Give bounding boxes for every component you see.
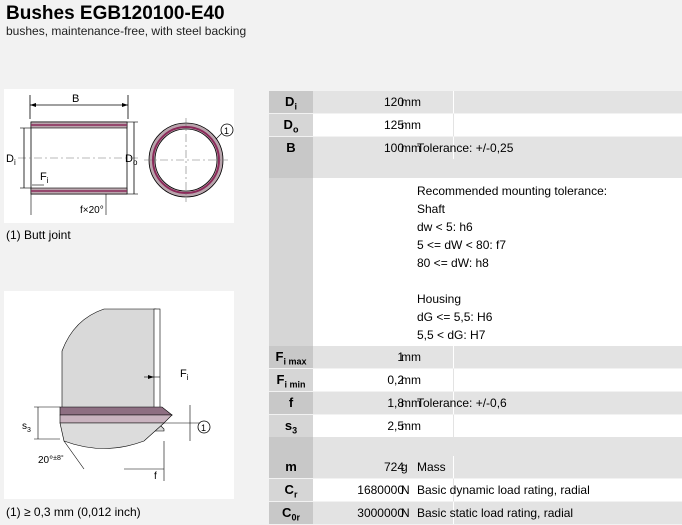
spec-row-b: B 100 mm Tolerance: +/-0,25 [269, 137, 682, 159]
spec-value: 1680000 [357, 483, 404, 497]
spacer-row [269, 437, 682, 456]
svg-text:Di: Di [6, 153, 16, 167]
spec-symbol: Fi max [269, 346, 313, 368]
spec-symbol: s3 [269, 415, 313, 437]
svg-text:1: 1 [201, 423, 206, 433]
drawing1-caption: (1) Butt joint [6, 228, 71, 242]
svg-text:Fi: Fi [180, 368, 189, 382]
svg-text:f×20°: f×20° [80, 205, 104, 216]
spec-row-cr: Cr 1680000 N Basic dynamic load rating, ra… [269, 479, 682, 501]
spec-unit: mm [401, 95, 421, 109]
spec-symbol: B [269, 137, 313, 159]
spec-description: Tolerance: +/-0,6 [417, 396, 507, 410]
spec-row-di: Di 120 mm [269, 91, 682, 113]
spec-row-c0r: C0r 3000000 N Basic static load rating, ra… [269, 502, 682, 524]
mounting-line: 5 <= dW < 80: f7 [417, 238, 507, 252]
spec-row-fimax: Fi max 1 mm [269, 346, 682, 368]
spec-unit: mm [401, 373, 421, 387]
svg-text:1: 1 [224, 126, 229, 136]
spec-symbol: Cr [269, 479, 313, 501]
spec-description: Basic dynamic load rating, radial [417, 483, 590, 497]
spec-unit: mm [401, 350, 421, 364]
drawing2-caption: (1) ≥ 0,3 mm (0,012 inch) [6, 505, 141, 519]
spec-description: Mass [417, 460, 446, 474]
spec-description: Tolerance: +/-0,25 [417, 141, 514, 155]
spec-row-f: f 1,8 mm Tolerance: +/-0,6 [269, 392, 682, 414]
spec-symbol: m [269, 456, 313, 478]
dim-b-label: B [72, 93, 79, 105]
spec-value: 3000000 [357, 506, 404, 520]
mounting-line: dw < 5: h6 [417, 220, 473, 234]
spec-symbol: Do [269, 114, 313, 136]
spacer-row [269, 159, 682, 178]
svg-text:s3: s3 [22, 421, 31, 434]
mounting-line: 80 <= dW: h8 [417, 256, 489, 270]
spec-symbol: C0r [269, 502, 313, 524]
spec-symbol: Di [269, 91, 313, 113]
mounting-line [417, 272, 607, 290]
page-title: Bushes EGB120100-E40 [6, 3, 225, 24]
svg-text:f: f [154, 471, 157, 482]
spec-unit: mm [401, 419, 421, 433]
spec-description: Basic static load rating, radial [417, 506, 574, 520]
spec-row-m: m 724 g Mass [269, 456, 682, 478]
page-subtitle: bushes, maintenance-free, with steel bac… [6, 24, 247, 38]
mounting-line: Shaft [417, 202, 446, 216]
mounting-detail-drawing: Fi s3 1 20°±8° f [4, 291, 234, 499]
mounting-line: 5,5 < dG: H7 [417, 328, 486, 342]
bushing-drawing: B Di Do Fi f×20° 1 [4, 89, 234, 223]
spec-unit: mm [401, 118, 421, 132]
spec-row-s3: s3 2,5 mm [269, 415, 682, 437]
mounting-line: dG <= 5,5: H6 [417, 310, 493, 324]
svg-text:20°±8°: 20°±8° [38, 454, 64, 466]
spec-symbol: f [269, 392, 313, 414]
spec-row-do: Do 125 mm [269, 114, 682, 136]
spec-row-fimin: Fi min 0,2 mm [269, 369, 682, 391]
spec-symbol: Fi min [269, 369, 313, 391]
svg-text:Do: Do [125, 153, 138, 167]
mounting-tolerance-notes: Recommended mounting tolerance: Shaft dw… [269, 178, 682, 346]
mounting-line: Housing [417, 292, 462, 306]
mounting-line: Recommended mounting tolerance: [417, 184, 608, 198]
